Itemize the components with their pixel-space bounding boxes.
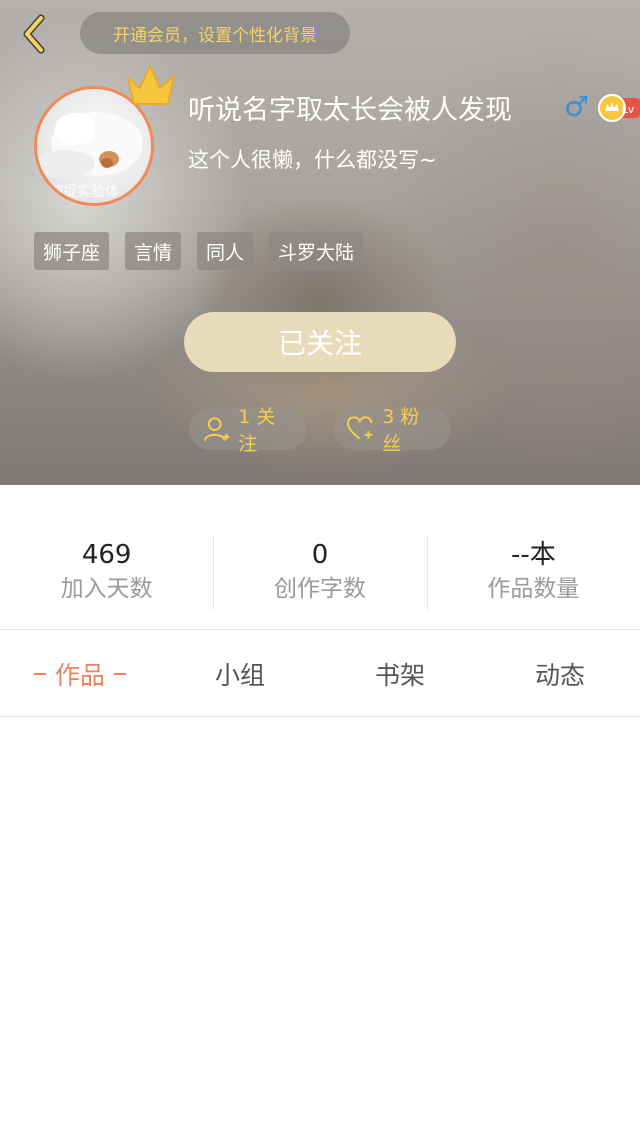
tab-label: 小组 [214, 661, 265, 690]
follow-button-label: 已关注 [277, 327, 362, 360]
profile-header-background: 开通会员，设置个性化背景 捕捉实验体 听说名字取太长会被人发现 ♂ Lv 这个人… [0, 0, 640, 485]
profile-tabs: 作品 小组 书架 动态 [0, 632, 640, 716]
heart-plus-icon [347, 416, 373, 440]
tab-indicator-right [114, 673, 126, 675]
following-count-button[interactable]: 1 关注 [189, 406, 307, 455]
follow-button[interactable]: 已关注 [184, 312, 456, 372]
level-text: Lv [622, 103, 635, 116]
tag-item[interactable]: 斗罗大陆 [269, 232, 364, 270]
fans-count-button[interactable]: 3 粉丝 [333, 406, 451, 455]
tab-works[interactable]: 作品 [0, 632, 160, 716]
stat-works-count: --本 作品数量 [426, 530, 640, 614]
back-button[interactable] [14, 12, 54, 56]
profile-page: 开通会员，设置个性化背景 捕捉实验体 听说名字取太长会被人发现 ♂ Lv 这个人… [0, 0, 640, 1122]
male-gender-icon: ♂ [564, 90, 590, 123]
avatar-caption: 捕捉实验体 [49, 184, 119, 200]
tab-label: 作品 [54, 661, 105, 690]
tag-item[interactable]: 言情 [125, 232, 182, 270]
tab-label: 动态 [534, 661, 585, 690]
stat-value: 469 [81, 540, 132, 570]
stat-value: 0 [311, 540, 329, 570]
tab-activity[interactable]: 动态 [480, 632, 640, 716]
crown-icon [127, 65, 175, 105]
stat-word-count: 0 创作字数 [213, 530, 426, 614]
tag-item[interactable]: 同人 [197, 232, 254, 270]
stat-join-days: 469 加入天数 [0, 530, 213, 614]
stat-label: 加入天数 [60, 576, 153, 602]
nickname: 听说名字取太长会被人发现 [188, 95, 512, 126]
stats-row: 469 加入天数 0 创作字数 --本 作品数量 [0, 530, 640, 614]
tab-content-area [0, 717, 640, 1122]
tab-bookshelf[interactable]: 书架 [320, 632, 480, 716]
vip-banner-text: 开通会员，设置个性化背景 [113, 25, 317, 46]
tab-groups[interactable]: 小组 [160, 632, 320, 716]
user-plus-icon [203, 417, 230, 441]
stat-label: 创作字数 [273, 576, 366, 602]
following-count: 1 关注 [238, 406, 276, 455]
tag-item[interactable]: 狮子座 [34, 232, 110, 270]
divider [0, 629, 640, 630]
tab-label: 书架 [374, 661, 425, 690]
vip-upgrade-banner[interactable]: 开通会员，设置个性化背景 [80, 12, 350, 54]
tab-indicator-left [33, 673, 46, 675]
tag-list: 狮子座 言情 同人 斗罗大陆 [34, 232, 364, 270]
fans-count: 3 粉丝 [382, 406, 420, 455]
user-bio: 这个人很懒，什么都没写~ [188, 148, 437, 172]
stat-label: 作品数量 [487, 576, 580, 602]
stat-value: --本 [510, 540, 556, 570]
level-badge-icon: Lv [598, 94, 640, 122]
chevron-left-icon [23, 14, 45, 54]
